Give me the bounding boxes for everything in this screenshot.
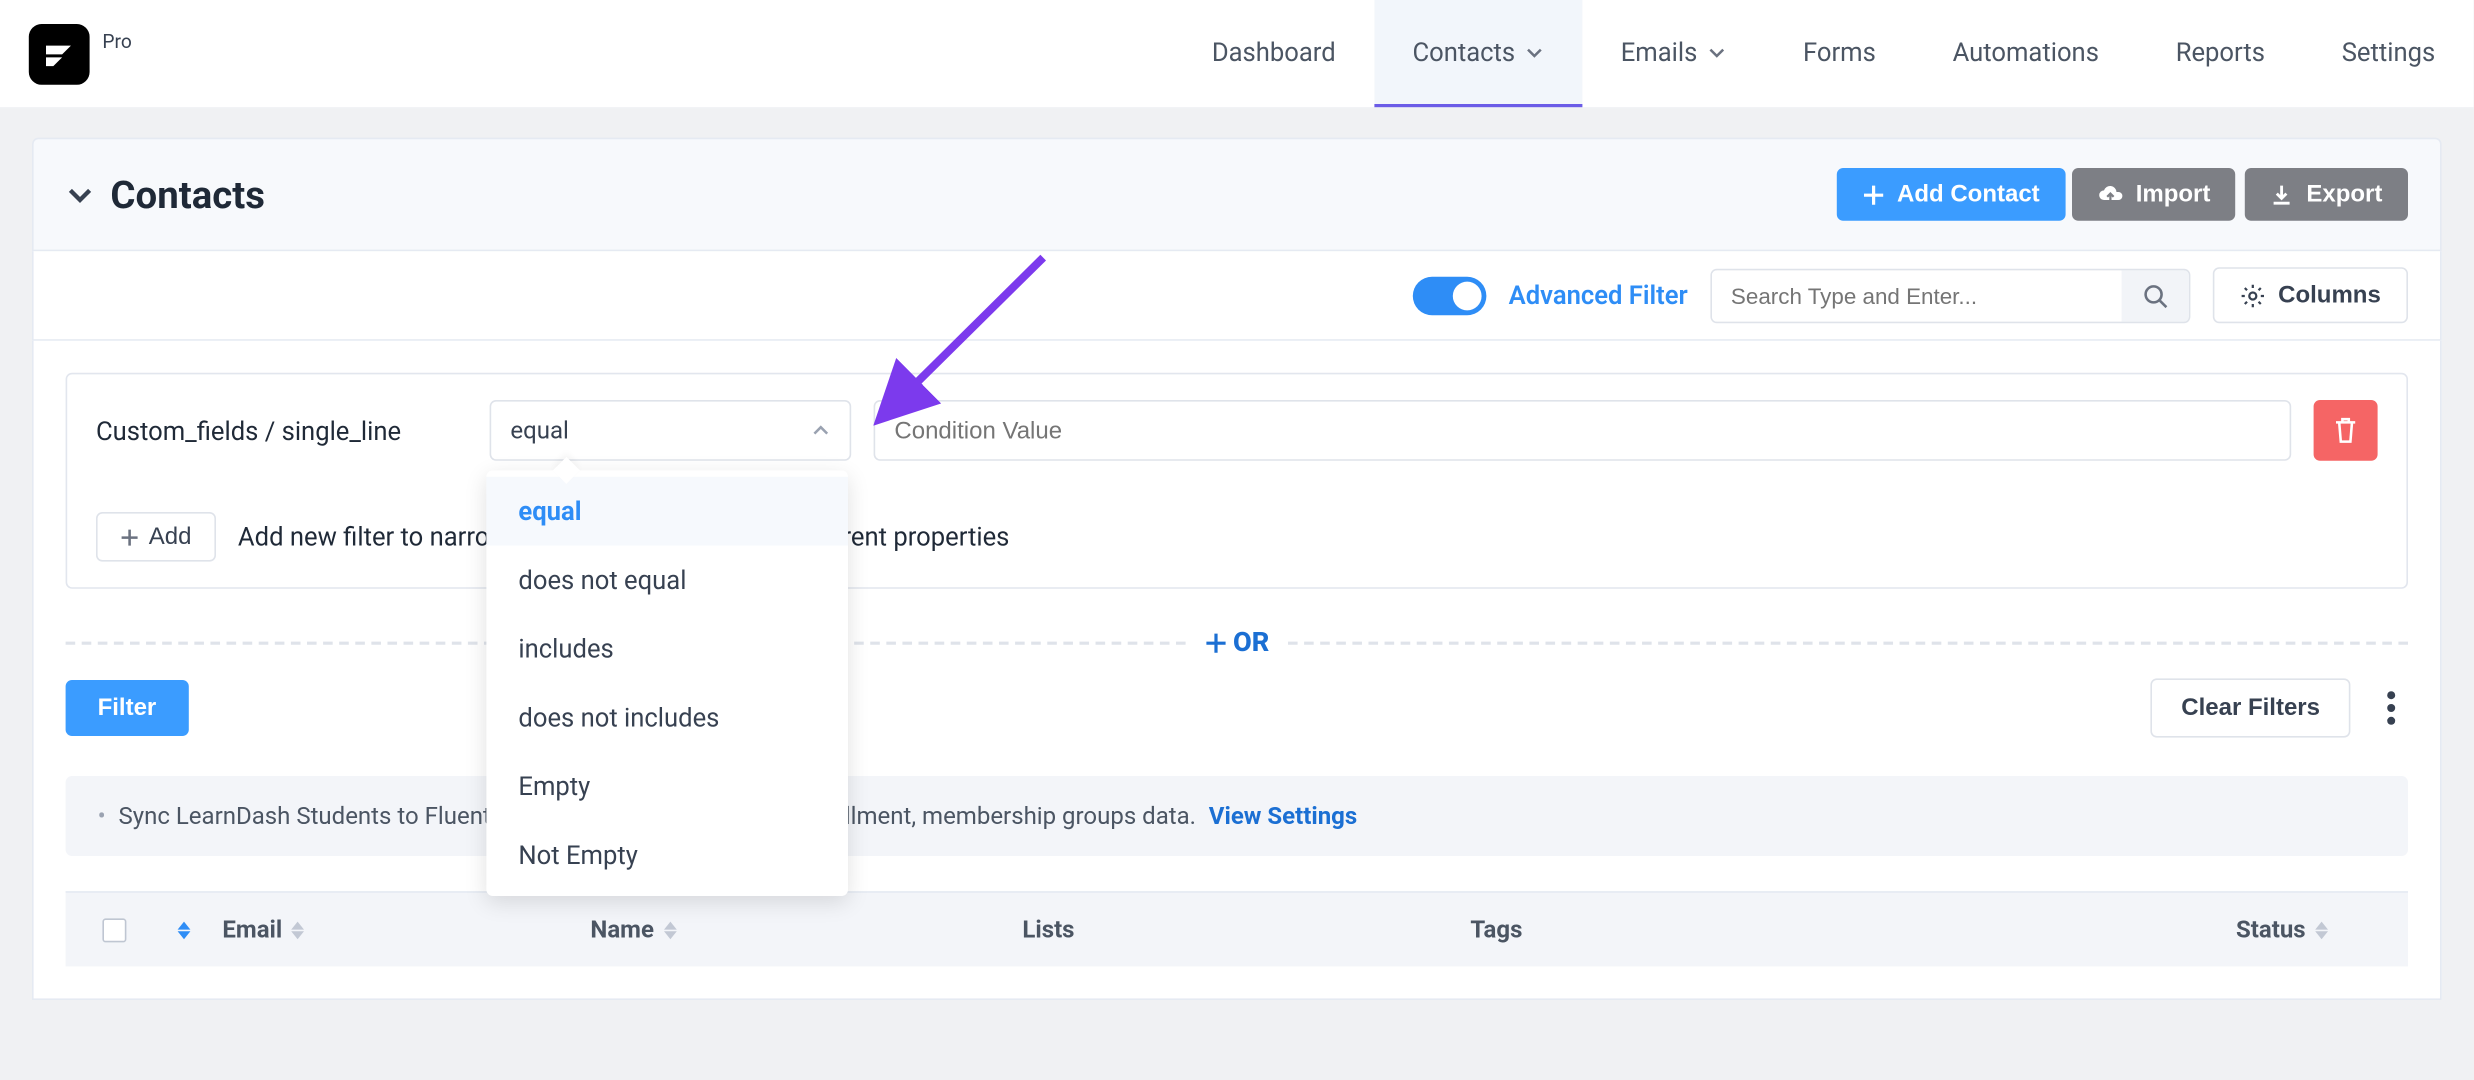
filter-field-label: Custom_fields / single_line bbox=[96, 415, 467, 445]
advanced-filter-label: Advanced Filter bbox=[1509, 280, 1688, 310]
nav-settings-label: Settings bbox=[2342, 37, 2435, 67]
or-label: OR bbox=[1233, 627, 1269, 659]
trash-icon bbox=[2333, 416, 2359, 445]
col-name[interactable]: Name bbox=[590, 915, 1022, 944]
default-sort-button[interactable] bbox=[146, 921, 223, 939]
operator-option-not-empty[interactable]: Not Empty bbox=[486, 821, 848, 890]
nav-dashboard-label: Dashboard bbox=[1212, 37, 1336, 67]
chevron-up-icon bbox=[811, 421, 830, 440]
filter-actions: Filter Clear Filters bbox=[66, 678, 2408, 737]
chevron-down-icon bbox=[1707, 42, 1726, 61]
sort-icon bbox=[664, 921, 677, 939]
page-title[interactable]: Contacts bbox=[66, 172, 265, 217]
nav-forms-label: Forms bbox=[1803, 37, 1876, 67]
export-label: Export bbox=[2306, 181, 2382, 208]
sort-icon bbox=[2315, 921, 2328, 939]
filter-row: Custom_fields / single_line equal bbox=[96, 400, 2378, 461]
nav-contacts-label: Contacts bbox=[1412, 37, 1515, 67]
top-nav: Pro Dashboard Contacts Emails Forms Auto… bbox=[0, 0, 2474, 109]
more-actions-button[interactable] bbox=[2373, 691, 2408, 725]
col-email-label: Email bbox=[222, 915, 282, 944]
operator-select[interactable]: equal bbox=[490, 400, 852, 461]
add-filter-row: Add Add new filter to narrow down your l… bbox=[96, 512, 2378, 562]
view-settings-link[interactable]: View Settings bbox=[1209, 802, 1357, 831]
nav-emails-label: Emails bbox=[1621, 37, 1698, 67]
header-actions: Add Contact Import Export bbox=[1836, 168, 2408, 221]
page-header: Contacts Add Contact Import Export bbox=[32, 138, 2442, 252]
col-name-label: Name bbox=[590, 915, 654, 944]
nav-dashboard[interactable]: Dashboard bbox=[1173, 0, 1374, 107]
nav-reports-label: Reports bbox=[2176, 37, 2265, 67]
plus-icon bbox=[1204, 632, 1226, 654]
page-title-text: Contacts bbox=[110, 172, 265, 217]
import-label: Import bbox=[2136, 181, 2211, 208]
select-all-checkbox[interactable] bbox=[102, 918, 126, 942]
download-icon bbox=[2271, 183, 2293, 205]
col-tags-label: Tags bbox=[1470, 915, 1522, 944]
col-status-label: Status bbox=[2236, 915, 2306, 944]
chevron-down-icon bbox=[1525, 42, 1544, 61]
add-contact-button[interactable]: Add Contact bbox=[1836, 168, 2065, 221]
operator-option-not-includes[interactable]: does not includes bbox=[486, 683, 848, 752]
clear-filters-button[interactable]: Clear Filters bbox=[2151, 678, 2351, 737]
search-icon bbox=[2142, 282, 2168, 308]
integration-notice: • Sync LearnDash Students to FluentCRM. … bbox=[66, 776, 2408, 856]
gear-icon bbox=[2240, 282, 2266, 308]
brand-logo-icon bbox=[42, 36, 77, 71]
col-status[interactable]: Status bbox=[2236, 915, 2328, 944]
sort-icon bbox=[178, 921, 191, 939]
plus-icon bbox=[120, 527, 139, 546]
bullet-icon: • bbox=[98, 802, 106, 831]
search-wrap bbox=[1710, 268, 2190, 322]
col-email[interactable]: Email bbox=[222, 915, 590, 944]
operator-value: equal bbox=[510, 416, 569, 445]
table-header: Email Name Lists Tags Status bbox=[66, 891, 2408, 966]
nav-emails[interactable]: Emails bbox=[1582, 0, 1764, 107]
nav-settings[interactable]: Settings bbox=[2303, 0, 2473, 107]
chevron-down-icon bbox=[66, 180, 95, 209]
filter-group: Custom_fields / single_line equal equal … bbox=[66, 373, 2408, 589]
operator-dropdown: equal does not equal includes does not i… bbox=[486, 470, 848, 896]
filter-section: Custom_fields / single_line equal equal … bbox=[32, 341, 2442, 1000]
search-button[interactable] bbox=[2121, 270, 2188, 321]
delete-filter-button[interactable] bbox=[2314, 400, 2378, 461]
export-button[interactable]: Export bbox=[2246, 168, 2408, 221]
search-input[interactable] bbox=[1712, 270, 2122, 321]
main-nav: Dashboard Contacts Emails Forms Automati… bbox=[1173, 0, 2473, 107]
operator-option-empty[interactable]: Empty bbox=[486, 752, 848, 821]
import-button[interactable]: Import bbox=[2072, 168, 2236, 221]
col-lists-label: Lists bbox=[1022, 915, 1074, 944]
sort-icon bbox=[292, 921, 305, 939]
brand-logo bbox=[29, 23, 90, 84]
advanced-filter-toggle[interactable] bbox=[1413, 276, 1487, 314]
columns-button[interactable]: Columns bbox=[2213, 267, 2408, 323]
operator-option-not-equal[interactable]: does not equal bbox=[486, 546, 848, 615]
apply-filter-button[interactable]: Filter bbox=[66, 680, 189, 736]
toolbar: Advanced Filter Columns bbox=[32, 251, 2442, 341]
nav-automations-label: Automations bbox=[1953, 37, 2099, 67]
add-filter-button[interactable]: Add bbox=[96, 512, 216, 562]
col-lists[interactable]: Lists bbox=[1022, 915, 1470, 944]
divider-line bbox=[1289, 642, 2408, 645]
brand-tier: Pro bbox=[102, 30, 131, 52]
cloud-upload-icon bbox=[2097, 183, 2123, 205]
add-or-group-button[interactable]: OR bbox=[1204, 627, 1269, 659]
operator-option-equal[interactable]: equal bbox=[486, 477, 848, 546]
nav-forms[interactable]: Forms bbox=[1765, 0, 1915, 107]
columns-label: Columns bbox=[2278, 282, 2381, 309]
nav-automations[interactable]: Automations bbox=[1914, 0, 2137, 107]
plus-icon bbox=[1862, 183, 1884, 205]
operator-option-includes[interactable]: includes bbox=[486, 614, 848, 683]
or-divider: OR bbox=[66, 627, 2408, 659]
nav-contacts[interactable]: Contacts bbox=[1374, 0, 1582, 107]
brand: Pro bbox=[0, 23, 132, 84]
add-filter-label: Add bbox=[149, 523, 192, 550]
select-all-cell bbox=[82, 918, 146, 942]
nav-reports[interactable]: Reports bbox=[2137, 0, 2303, 107]
condition-value-input[interactable] bbox=[874, 400, 2292, 461]
col-tags[interactable]: Tags bbox=[1470, 915, 2014, 944]
add-contact-label: Add Contact bbox=[1897, 181, 2040, 208]
